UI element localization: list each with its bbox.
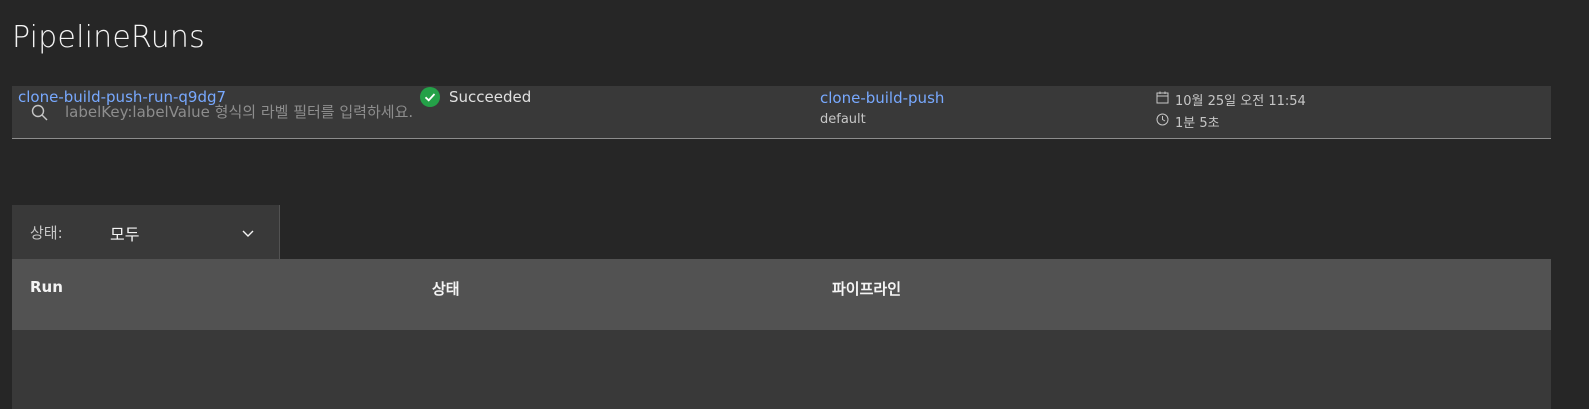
page-title: PipelineRuns	[12, 20, 205, 55]
run-start-time-text: 10월 25일 오전 11:54	[1175, 94, 1306, 109]
run-status-text: Succeeded	[449, 88, 532, 106]
status-filter-label: 상태:	[30, 224, 63, 242]
status-filter-dropdown[interactable]: 상태: 모두	[12, 205, 280, 259]
pipeline-link[interactable]: clone-build-push	[820, 89, 944, 107]
pipelineruns-table: Run 상태 파이프라인	[12, 259, 1551, 409]
table-header: Run 상태 파이프라인	[12, 259, 1551, 330]
run-duration-text: 1분 5초	[1175, 116, 1220, 131]
check-circle-icon	[420, 87, 440, 107]
column-header-run[interactable]: Run	[30, 278, 63, 296]
status-filter-value: 모두	[110, 225, 140, 244]
run-duration: 1분 5초	[1156, 112, 1456, 131]
chevron-down-icon	[242, 230, 254, 237]
table-row	[12, 330, 1551, 409]
column-header-status[interactable]: 상태	[432, 278, 460, 299]
search-icon	[31, 104, 48, 121]
calendar-icon	[1156, 91, 1169, 104]
run-start-time: 10월 25일 오전 11:54	[1156, 90, 1456, 109]
pipelineruns-page: PipelineRuns 상태: 모두 Run 상태 파이프라인 clone-b…	[0, 0, 1589, 409]
namespace-label: default	[820, 112, 866, 127]
column-header-pipeline[interactable]: 파이프라인	[832, 278, 901, 299]
run-name-link[interactable]: clone-build-push-run-q9dg7	[18, 88, 226, 106]
clock-icon	[1156, 113, 1169, 126]
